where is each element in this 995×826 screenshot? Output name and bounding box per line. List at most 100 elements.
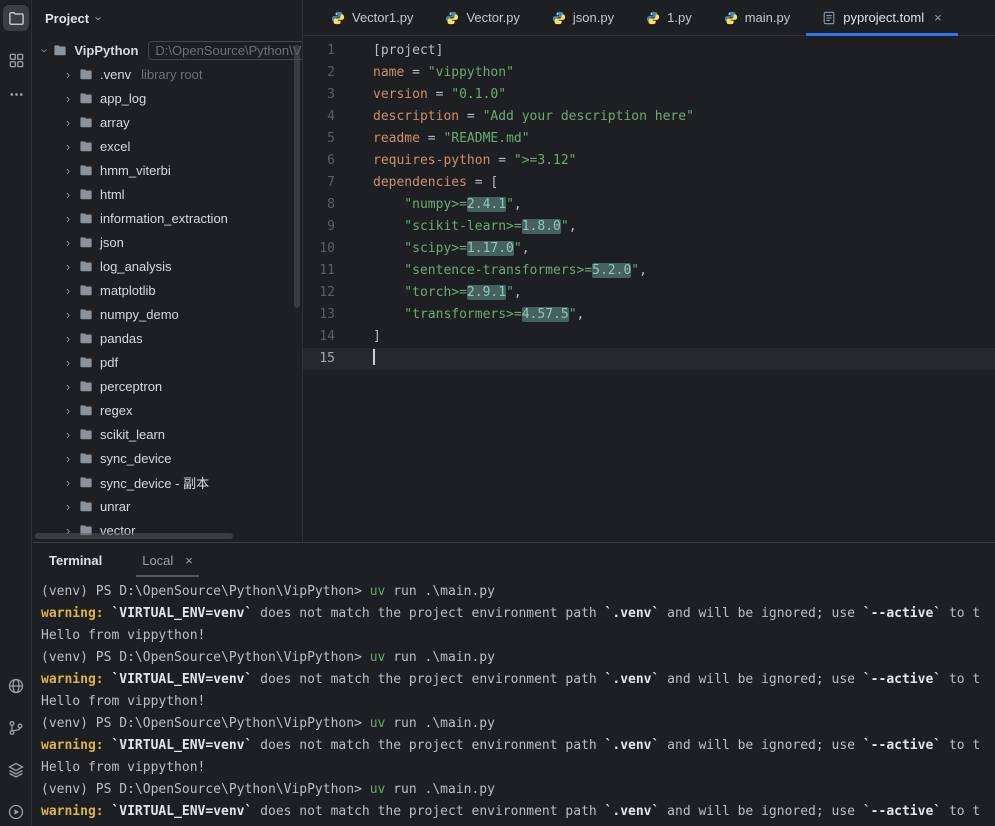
editor-line-12[interactable]: 12 "torch>=2.9.1", [303,282,995,304]
run-tool-window-button[interactable] [3,799,29,825]
line-number: 14 [319,329,335,344]
terminal-line-prompt: (venv) PS D:\OpenSource\Python\VipPython… [41,584,495,599]
python-file-icon [724,11,738,25]
tree-item-html[interactable]: › html [33,182,302,206]
folder-icon [79,307,94,322]
editor-line-6[interactable]: 6 requires-python = ">=3.12" [303,150,995,172]
tree-item-matplotlib[interactable]: › matplotlib [33,278,302,302]
tree-item-label: hmm_viterbi [100,162,171,178]
chevron-right-icon: › [65,474,71,490]
editor-line-11[interactable]: 11 "sentence-transformers>=5.2.0", [303,260,995,282]
tree-item-scikit_learn[interactable]: › scikit_learn [33,422,302,446]
folder-icon [79,115,94,130]
terminal-output[interactable]: (venv) PS D:\OpenSource\Python\VipPython… [33,577,995,823]
tree-root-vippython[interactable]: › VipPython D:\OpenSource\Python\Vi [33,38,302,62]
terminal-tab-local[interactable]: Local × [136,543,199,577]
line-number: 7 [327,175,335,190]
code-line: dependencies = [ [373,175,499,190]
tab-1.py[interactable]: 1.py [630,0,708,35]
endpoints-tool-window-button[interactable] [3,673,29,699]
chevron-down-icon: › [37,47,53,53]
editor[interactable]: 1 [project] 2 name = "vippython" 3 version = … [303,36,995,542]
tab-pyproject.toml[interactable]: pyproject.toml × [806,0,958,36]
more-tool-windows-button[interactable] [3,81,29,107]
tree-item-label: matplotlib [100,282,156,298]
stripe-bottom-group [0,673,32,825]
tree-item-json[interactable]: › json [33,230,302,254]
tree-item-pandas[interactable]: › pandas [33,326,302,350]
editor-line-1[interactable]: 1 [project] [303,40,995,62]
tree-item-array[interactable]: › array [33,110,302,134]
tree-item-sync_device_-_[interactable]: › sync_device - 副本 [33,470,302,494]
services-tool-window-button[interactable] [3,757,29,783]
chevron-right-icon: › [65,234,71,250]
tree-item-numpy_demo[interactable]: › numpy_demo [33,302,302,326]
editor-line-2[interactable]: 2 name = "vippython" [303,62,995,84]
tree-item-app_log[interactable]: › app_log [33,86,302,110]
tool-windows-grid-button[interactable] [3,47,29,73]
tree-item-information_extraction[interactable]: › information_extraction [33,206,302,230]
tab-json.py[interactable]: json.py [536,0,630,35]
project-root-name: VipPython [74,42,139,58]
project-vertical-scrollbar[interactable] [294,45,300,308]
globe-icon [7,677,25,695]
chevron-right-icon: › [65,90,71,106]
git-tool-window-button[interactable] [3,715,29,741]
terminal-line-hello: Hello from vippython! [41,628,206,643]
editor-line-3[interactable]: 3 version = "0.1.0" [303,84,995,106]
project-root-path: D:\OpenSource\Python\Vi [148,40,302,60]
code-line: "scikit-learn>=1.8.0", [373,219,577,234]
line-number: 10 [319,241,335,256]
editor-line-9[interactable]: 9 "scikit-learn>=1.8.0", [303,216,995,238]
tool-window-stripe [0,0,32,826]
tree-item-excel[interactable]: › excel [33,134,302,158]
tab-label: 1.py [667,10,692,25]
project-horizontal-scrollbar[interactable] [35,533,233,539]
project-tool-window-button[interactable] [3,5,29,31]
tab-Vector1.py[interactable]: Vector1.py [315,0,429,35]
folder-icon [53,43,68,58]
tab-Vector.py[interactable]: Vector.py [429,0,535,35]
terminal-line-warning: warning: `VIRTUAL_ENV=venv` does not mat… [41,606,981,621]
tree-item-label: pandas [100,330,143,346]
folder-icon [79,67,94,82]
folder-icon [79,139,94,154]
tree-item-sync_device[interactable]: › sync_device [33,446,302,470]
chevron-right-icon: › [65,210,71,226]
terminal-line-warning: warning: `VIRTUAL_ENV=venv` does not mat… [41,738,981,753]
project-panel-header[interactable]: Project › [33,0,302,36]
tree-item-.venv[interactable]: › .venv library root [33,62,302,86]
tree-item-hmm_viterbi[interactable]: › hmm_viterbi [33,158,302,182]
editor-tab-bar: Vector1.py Vector.py json.py 1.py main.p… [303,0,995,36]
editor-line-5[interactable]: 5 readme = "README.md" [303,128,995,150]
line-number: 12 [319,285,335,300]
editor-line-8[interactable]: 8 "numpy>=2.4.1", [303,194,995,216]
tab-label: Vector1.py [352,10,414,25]
tree-item-unrar[interactable]: › unrar [33,494,302,518]
editor-line-15[interactable]: 15 [303,348,995,370]
editor-line-4[interactable]: 4 description = "Add your description her… [303,106,995,128]
toml-file-icon [822,11,836,25]
line-number: 6 [327,153,335,168]
tree-item-pdf[interactable]: › pdf [33,350,302,374]
close-icon[interactable]: × [185,553,193,568]
tree-item-regex[interactable]: › regex [33,398,302,422]
close-icon[interactable]: × [934,10,942,25]
terminal-line-warning: warning: `VIRTUAL_ENV=venv` does not mat… [41,804,981,819]
tab-main.py[interactable]: main.py [708,0,807,35]
chevron-down-icon: › [91,15,107,21]
project-tree: › VipPython D:\OpenSource\Python\Vi › .v… [33,38,302,542]
code-line: ] [373,329,381,344]
folder-icon [79,283,94,298]
editor-line-7[interactable]: 7 dependencies = [ [303,172,995,194]
editor-line-10[interactable]: 10 "scipy>=1.17.0", [303,238,995,260]
tree-item-label: json [100,234,124,250]
terminal-line-warning: warning: `VIRTUAL_ENV=venv` does not mat… [41,672,981,687]
line-number: 9 [327,219,335,234]
tree-item-perceptron[interactable]: › perceptron [33,374,302,398]
line-number: 4 [327,109,335,124]
editor-line-13[interactable]: 13 "transformers>=4.57.5", [303,304,995,326]
code-line: [project] [373,43,444,58]
editor-line-14[interactable]: 14] [303,326,995,348]
tree-item-log_analysis[interactable]: › log_analysis [33,254,302,278]
